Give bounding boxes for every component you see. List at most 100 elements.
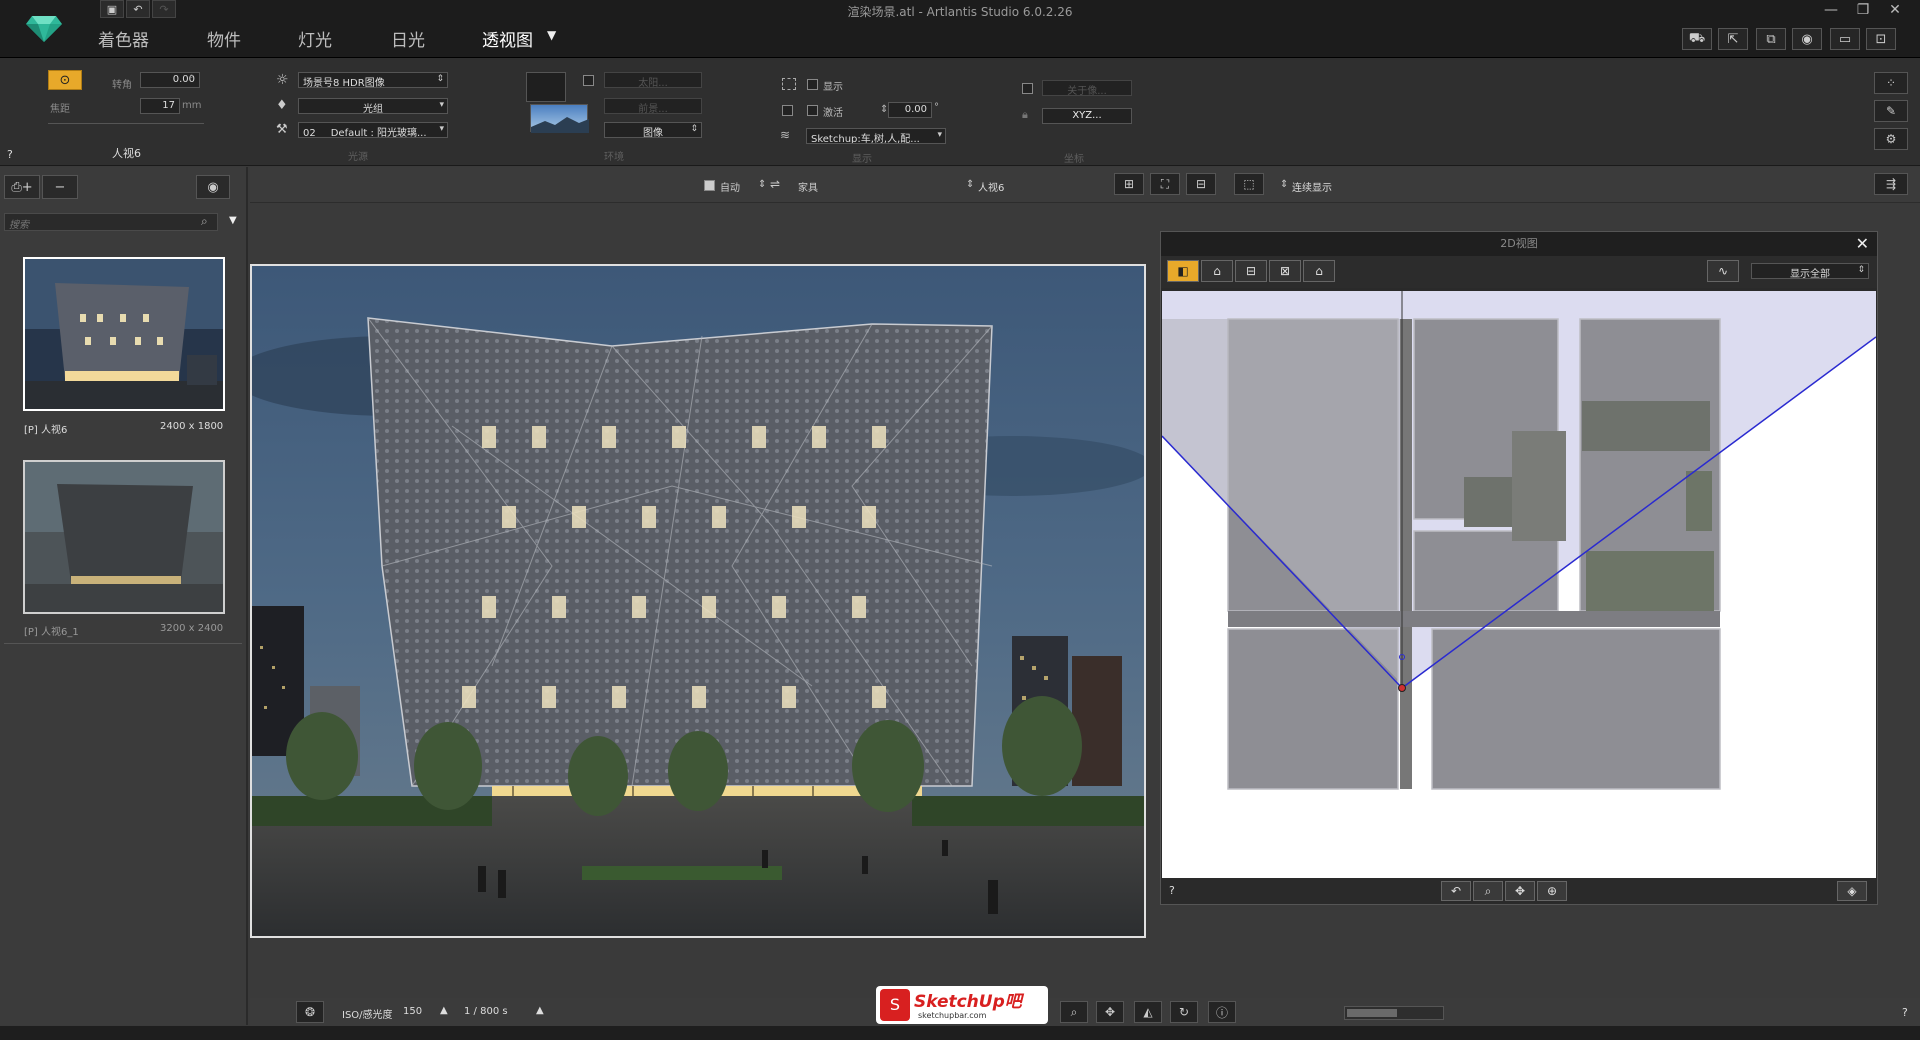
perspectives-dropdown-icon[interactable]: ▼ <box>547 28 556 42</box>
view-select[interactable]: 人视6 <box>978 179 1004 194</box>
menu-perspectives[interactable]: 透视图 <box>482 26 533 51</box>
render-preview[interactable] <box>250 264 1146 938</box>
xyz-button[interactable]: XYZ... <box>1042 108 1132 124</box>
watermark-brand: SketchUp吧 <box>914 992 1022 1012</box>
windows-icon[interactable]: ⧉ <box>1756 28 1786 50</box>
undo-view-icon[interactable]: ↶ <box>1441 881 1471 901</box>
sun-field[interactable]: 太阳... <box>604 72 702 88</box>
render-region-icon[interactable]: ⊟ <box>1186 173 1216 195</box>
top-view-icon[interactable]: ◧ <box>1167 260 1199 282</box>
focal-value[interactable]: 17 <box>140 98 180 114</box>
show-checkbox[interactable] <box>807 79 818 90</box>
fit-icon[interactable]: ⛶ <box>1150 173 1180 195</box>
angle-value[interactable]: 0.00 <box>888 102 932 118</box>
shader-select[interactable]: 02___Default : 阳光玻璃... ▾ <box>298 122 448 138</box>
walk-icon[interactable]: ◭ <box>1134 1001 1162 1023</box>
render-mode-select[interactable]: 连续显示 <box>1292 179 1332 194</box>
list-divider <box>4 643 242 644</box>
iso-value[interactable]: 150 <box>403 1006 422 1017</box>
shutter-value[interactable]: 1 / 800 s <box>464 1006 508 1017</box>
auto-checkbox[interactable] <box>704 180 715 191</box>
environment-select[interactable]: 场景号8 HDR图像 ⇕ <box>298 72 448 88</box>
close-window-icon[interactable]: ✕ <box>1880 2 1910 22</box>
right-view-icon[interactable]: ⊟ <box>1235 260 1267 282</box>
search-input[interactable]: 搜索 <box>4 213 218 231</box>
export-icon[interactable]: ⇱ <box>1718 28 1748 50</box>
floor-plan-canvas[interactable] <box>1162 291 1876 878</box>
add-camera-icon[interactable]: ⎙+ <box>4 175 40 199</box>
view-name-1: [P] 人视6 <box>24 425 68 436</box>
view-2d-toolbar: ◧ ⌂ ⊟ ⊠ ⌂ ∿ 显示全部 ⇕ <box>1161 256 1877 288</box>
zoom-icon[interactable]: ⌕ <box>1060 1001 1088 1023</box>
updown-icon[interactable]: ⇕ <box>758 179 766 190</box>
help-icon[interactable]: ? <box>7 148 13 161</box>
show-all-select[interactable]: 显示全部 ⇕ <box>1751 263 1869 279</box>
zoom-slider[interactable] <box>1344 1006 1444 1020</box>
environment-group-label: 环境 <box>604 152 624 163</box>
updown-icon[interactable]: ⇕ <box>1280 179 1288 190</box>
color-tools-icon[interactable]: ✎ <box>1874 100 1908 122</box>
focal-slider[interactable] <box>48 123 204 124</box>
activate-square-icon <box>782 105 793 116</box>
zoom-extents-icon[interactable]: ⊕ <box>1537 881 1567 901</box>
lamp-icon: ♦ <box>276 98 288 113</box>
image-select[interactable]: 图像 ⇕ <box>604 122 702 138</box>
lock-icon[interactable]: 🔒︎ <box>1022 108 1028 122</box>
search-icon[interactable]: ⌕ <box>201 214 208 229</box>
foreground-checkbox[interactable] <box>583 75 594 86</box>
view-thumbnail-2[interactable] <box>23 460 225 614</box>
pan-icon[interactable]: ✥ <box>1096 1001 1124 1023</box>
back-view-icon[interactable]: ⌂ <box>1303 260 1335 282</box>
minimize-icon[interactable]: — <box>1816 2 1846 22</box>
view-thumbnail-1[interactable] <box>23 257 225 411</box>
remove-view-button[interactable]: − <box>42 175 78 199</box>
catalog-cart-icon[interactable]: ⛟ <box>1682 28 1712 50</box>
furniture-label: 家具 <box>798 183 818 194</box>
aperture-icon[interactable]: ❂ <box>296 1001 324 1023</box>
menu-sun[interactable]: 日光 <box>391 26 425 51</box>
foreground-field[interactable]: 前景... <box>604 98 702 114</box>
particles-icon[interactable]: ⁘ <box>1874 72 1908 94</box>
activate-checkbox[interactable] <box>807 105 818 116</box>
camera-eye-icon[interactable]: ⊙ <box>48 70 82 90</box>
front-view-icon[interactable]: ⌂ <box>1201 260 1233 282</box>
navigate-icon[interactable]: ◈ <box>1837 881 1867 901</box>
chevron-down-icon: ▾ <box>439 100 444 110</box>
coords-checkbox[interactable] <box>1022 83 1033 94</box>
light-group-select[interactable]: 光组 ▾ <box>298 98 448 114</box>
filter-dropdown-icon[interactable]: ▼ <box>229 215 237 226</box>
zoom-window-icon[interactable]: ⊞ <box>1114 173 1144 195</box>
left-view-icon[interactable]: ⊠ <box>1269 260 1301 282</box>
orbit-icon[interactable]: ↻ <box>1170 1001 1198 1023</box>
info-icon[interactable]: ⓘ <box>1208 1001 1236 1023</box>
coords-field[interactable]: 关于像... <box>1042 80 1132 96</box>
light-group-label: 光源 <box>348 152 368 163</box>
camera-render-icon[interactable]: ◉ <box>1792 28 1822 50</box>
crop-icon[interactable]: ▭ <box>1830 28 1860 50</box>
pan-icon[interactable]: ✥ <box>1505 881 1535 901</box>
preview-frame-icon[interactable]: ⬚ <box>1234 173 1264 195</box>
updown-icon[interactable]: ⇕ <box>966 179 974 190</box>
zoom-icon[interactable]: ⌕ <box>1473 881 1503 901</box>
iso-up-icon[interactable]: ▲ <box>440 1005 448 1016</box>
light-beam-icon[interactable]: ⇶ <box>1874 173 1908 195</box>
gear-icon[interactable]: ⚙ <box>1874 128 1908 150</box>
restore-icon[interactable]: ❐ <box>1848 2 1878 22</box>
layer-select[interactable]: Sketchup:车,树,人,配... ▾ <box>806 128 946 144</box>
hdr-preview[interactable] <box>530 104 589 133</box>
close-icon[interactable]: ✕ <box>1856 234 1869 253</box>
zoom-slider-thumb[interactable] <box>1347 1009 1397 1017</box>
help-icon[interactable]: ? <box>1902 1006 1908 1019</box>
help-icon[interactable]: ? <box>1169 884 1175 897</box>
menu-objects[interactable]: 物件 <box>207 26 241 51</box>
window-title: 渲染场景.atl - Artlantis Studio 6.0.2.26 <box>847 5 1073 19</box>
menu-lights[interactable]: 灯光 <box>298 26 332 51</box>
rotate-icon[interactable]: ∿ <box>1707 260 1739 282</box>
menu-shaders[interactable]: 着色器 <box>98 26 149 51</box>
watermark-url: sketchupbar.com <box>918 1011 987 1020</box>
eye-icon[interactable]: ◉ <box>196 175 230 199</box>
background-swatch[interactable] <box>526 72 566 102</box>
shutter-up-icon[interactable]: ▲ <box>536 1005 544 1016</box>
display-group-label: 显示 <box>852 154 872 165</box>
console-icon[interactable]: ⊡ <box>1866 28 1896 50</box>
